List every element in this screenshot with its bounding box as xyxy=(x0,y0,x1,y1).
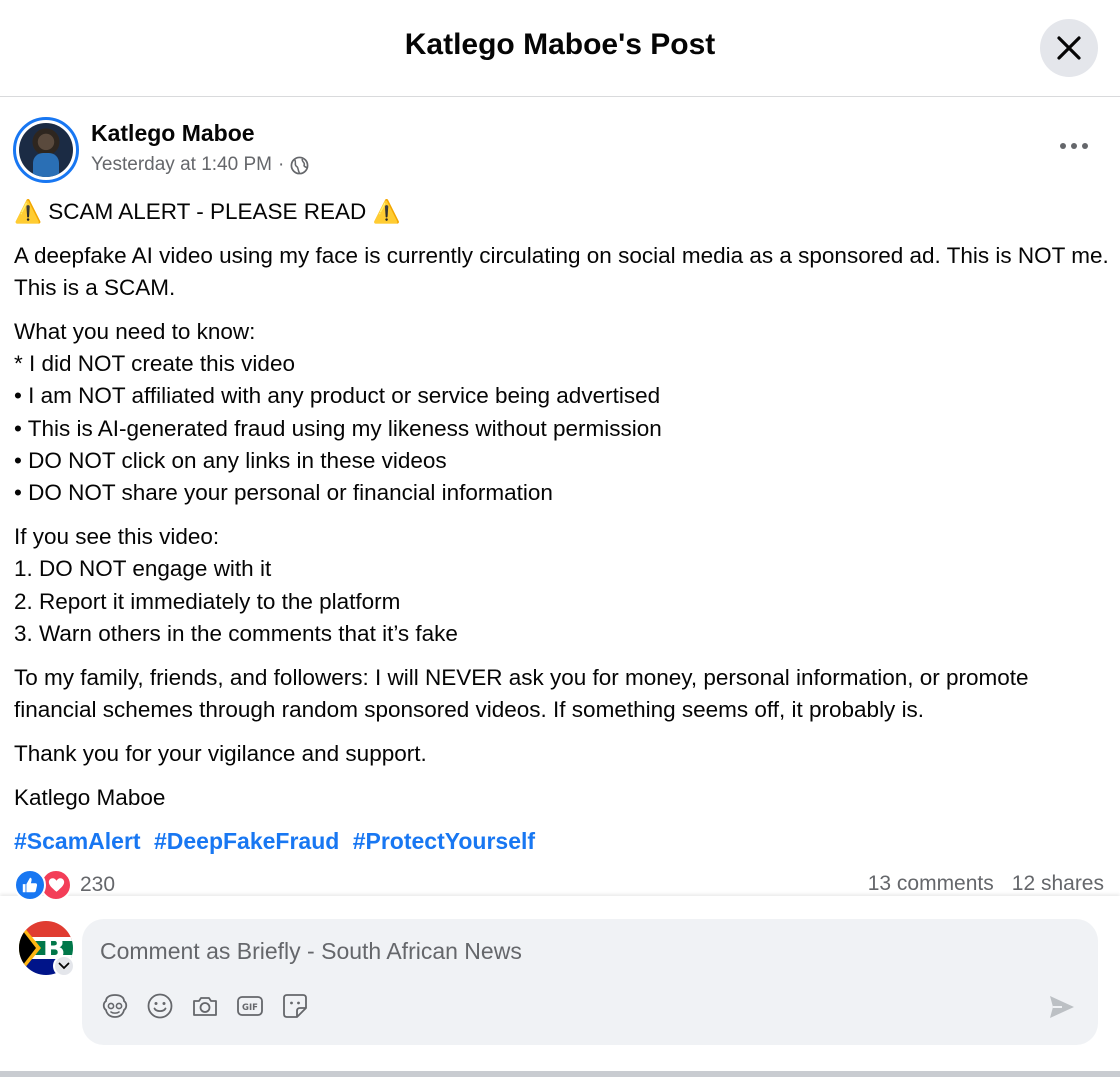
hashtag-protectyourself[interactable]: #ProtectYourself xyxy=(353,828,535,854)
author-avatar[interactable] xyxy=(13,117,79,183)
post-line: • I am NOT affiliated with any product o… xyxy=(14,383,661,409)
dialog-bottom-edge xyxy=(0,1071,1120,1077)
comment-input[interactable] xyxy=(100,933,1000,969)
post-paragraph: If you see this video: 1. DO NOT engage … xyxy=(14,521,1110,650)
post-line: * I did NOT create this video xyxy=(14,351,295,377)
close-button[interactable] xyxy=(1040,19,1098,77)
post-line: If you see this video: xyxy=(14,524,220,550)
post-paragraph: To my family, friends, and followers: I … xyxy=(14,664,1029,723)
post-paragraph: Thank you for your vigilance and support… xyxy=(14,740,427,766)
close-icon xyxy=(1057,36,1081,60)
post-stats: 13 comments 12 shares xyxy=(868,872,1104,896)
hashtag-deepfakefraud[interactable]: #DeepFakeFraud xyxy=(154,828,339,854)
globe-icon xyxy=(290,156,309,174)
comments-count-link[interactable]: 13 comments xyxy=(868,872,994,896)
dialog-title: Katlego Maboe's Post xyxy=(404,28,716,61)
post-paragraph: What you need to know: * I did NOT creat… xyxy=(14,316,1110,510)
svg-text:GIF: GIF xyxy=(242,1003,258,1013)
emoji-icon xyxy=(147,993,173,1019)
gif-icon: GIF xyxy=(237,996,263,1016)
post-dialog-header: Katlego Maboe's Post xyxy=(0,0,1120,97)
hashtag-scamalert[interactable]: #ScamAlert xyxy=(14,828,141,854)
author-photo xyxy=(19,123,73,177)
post-timestamp[interactable]: Yesterday at 1:40 PM xyxy=(91,154,272,176)
post-line: What you need to know: xyxy=(14,318,256,344)
avatar-sticker-button[interactable] xyxy=(100,991,130,1021)
camera-icon xyxy=(193,997,217,1016)
sticker-button[interactable] xyxy=(280,991,310,1021)
comment-tools: GIF xyxy=(100,991,310,1021)
post-paragraph: A deepfake AI video using my face is cur… xyxy=(14,242,1109,301)
send-comment-button[interactable] xyxy=(1046,991,1078,1023)
post-line: 2. Report it immediately to the platform xyxy=(14,588,401,614)
comment-box: GIF xyxy=(82,919,1098,1045)
hashtags: #ScamAlert #DeepFakeFraud #ProtectYourse… xyxy=(14,828,542,855)
more-options-button[interactable] xyxy=(1052,128,1096,164)
post-paragraph: ⚠️ SCAM ALERT - PLEASE READ ⚠️ xyxy=(14,199,401,224)
post-meta: Yesterday at 1:40 PM · xyxy=(91,154,309,176)
reaction-count: 230 xyxy=(80,873,116,896)
chevron-down-icon xyxy=(58,962,70,970)
gif-button[interactable]: GIF xyxy=(235,991,265,1021)
post-signature: Katlego Maboe xyxy=(14,784,166,810)
post-line: 3. Warn others in the comments that it’s… xyxy=(14,621,458,647)
post-line: • DO NOT click on any links in these vid… xyxy=(14,448,447,474)
avatar-sticker-icon xyxy=(102,994,128,1018)
post-line: 1. DO NOT engage with it xyxy=(14,556,272,582)
sticker-icon xyxy=(283,994,307,1018)
post-line: • DO NOT share your personal or financia… xyxy=(14,480,553,506)
author-name[interactable]: Katlego Maboe xyxy=(91,120,255,147)
emoji-button[interactable] xyxy=(145,991,175,1021)
send-icon xyxy=(1050,996,1074,1018)
like-icon xyxy=(14,869,46,901)
switch-profile-button[interactable] xyxy=(53,955,75,977)
meta-separator: · xyxy=(277,154,285,175)
shares-count-link[interactable]: 12 shares xyxy=(1012,872,1104,896)
more-icon xyxy=(1060,143,1088,149)
post-body: ⚠️ SCAM ALERT - PLEASE READ ⚠️ A deepfak… xyxy=(14,196,1110,826)
camera-button[interactable] xyxy=(190,991,220,1021)
post-line: • This is AI-generated fraud using my li… xyxy=(14,415,662,441)
